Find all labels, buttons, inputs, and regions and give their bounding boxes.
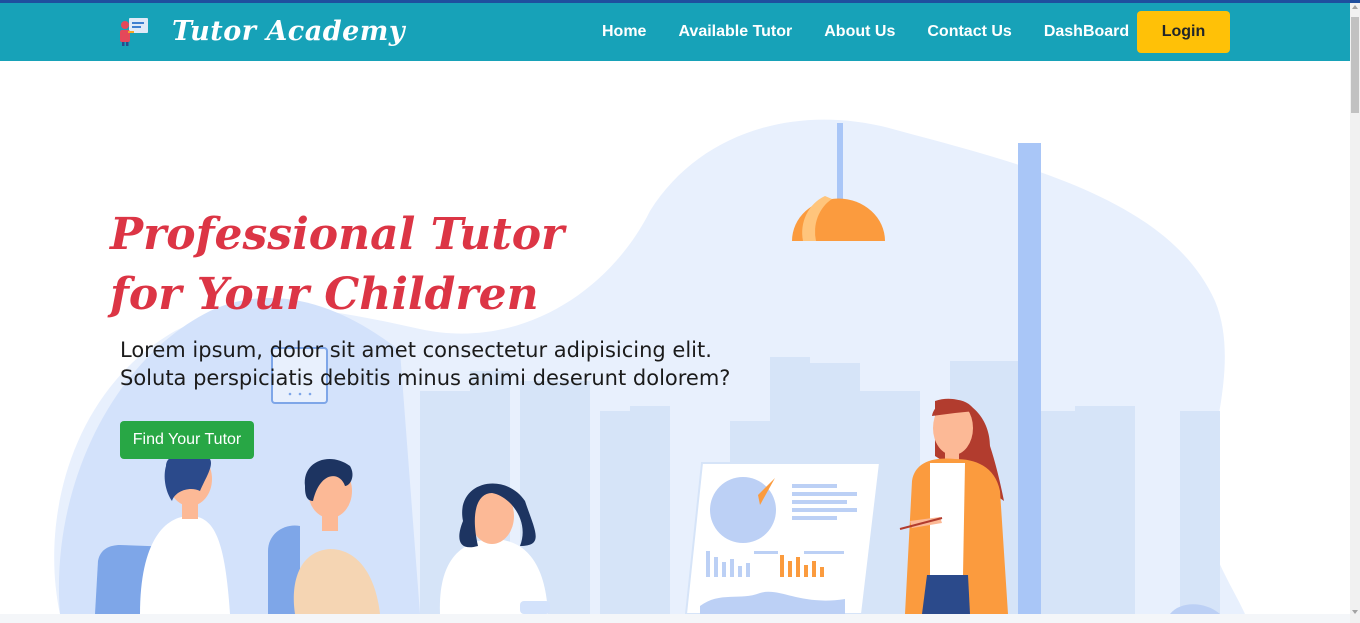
hero-title-line-1: Professional Tutor [110, 209, 565, 260]
nav-contact-us-link[interactable]: Contact Us [911, 23, 1027, 41]
teacher-board-icon [120, 18, 148, 46]
hero-title: Professional Tutor for Your Children [110, 205, 564, 325]
nav-links: Home Available Tutor About Us Contact Us… [586, 3, 1145, 61]
page-bottom-bar [0, 614, 1350, 623]
nav-dashboard-link[interactable]: DashBoard [1028, 23, 1145, 41]
brand-name: Tutor Academy [172, 15, 406, 47]
scrollbar-thumb[interactable] [1351, 17, 1359, 113]
nav-home-link[interactable]: Home [586, 23, 662, 41]
hero-subtitle: Lorem ipsum, dolor sit amet consectetur … [120, 336, 730, 392]
hero-subtitle-line-1: Lorem ipsum, dolor sit amet consectetur … [120, 338, 712, 362]
hero-subtitle-line-2: Soluta perspiciatis debitis minus animi … [120, 366, 731, 390]
vertical-scrollbar[interactable] [1350, 3, 1360, 623]
find-your-tutor-button[interactable]: Find Your Tutor [120, 421, 254, 459]
brand[interactable]: Tutor Academy [118, 13, 405, 49]
nav-available-tutor-link[interactable]: Available Tutor [662, 23, 808, 41]
navbar: Tutor Academy Home Available Tutor About… [0, 3, 1350, 61]
login-button[interactable]: Login [1137, 11, 1230, 53]
scroll-down-arrow-icon[interactable] [1352, 610, 1358, 614]
hero-title-line-2: for Your Children [110, 269, 539, 320]
nav-about-us-link[interactable]: About Us [808, 23, 911, 41]
scroll-up-arrow-icon[interactable] [1352, 5, 1358, 9]
